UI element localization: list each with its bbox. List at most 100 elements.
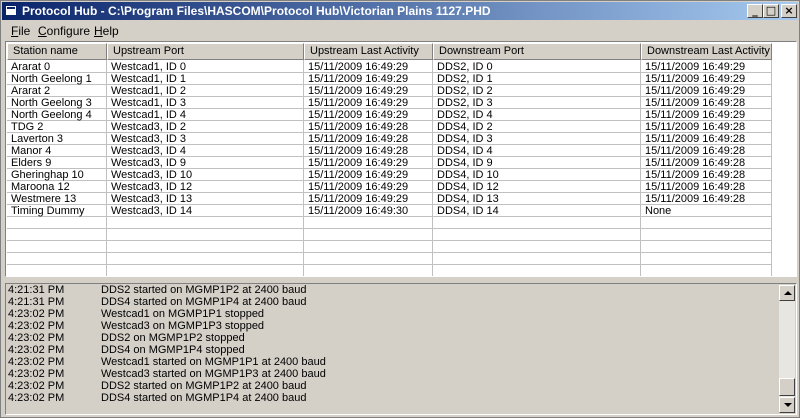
cell-upstream-port: Westcad1, ID 3 [111,97,186,109]
window-title: Protocol Hub - C:\Program Files\HASCOM\P… [22,4,491,18]
cell-upstream-port: Westcad1, ID 2 [111,85,186,97]
scroll-down-button[interactable] [779,397,795,413]
table-row[interactable]: Elders 9 Westcad3, ID 9 15/11/2009 16:49:2… [7,157,772,169]
cell-upstream-port: Westcad3, ID 3 [111,133,186,145]
table-row[interactable]: North Geelong 3 Westcad1, ID 3 15/11/2009 … [7,97,772,109]
menu-help[interactable]: Help [94,24,119,38]
table-row[interactable]: North Geelong 4 Westcad1, ID 4 15/11/2009 … [7,109,772,121]
column-header-upstream-port[interactable]: Upstream Port [107,43,304,60]
menu-bar: File Configure Help [2,21,798,40]
table-row[interactable]: Maroona 12 Westcad3, ID 12 15/11/2009 16:4… [7,181,772,193]
menu-file[interactable]: File [11,24,30,38]
station-grid[interactable]: Station name Upstream Port Upstream Last A… [5,41,797,277]
table-row[interactable]: Manor 4 Westcad3, ID 4 15/11/2009 16:49:28… [7,145,772,157]
column-header-downstream-last-activity[interactable]: Downstream Last Activity [641,43,772,60]
cell-downstream-port: DDS4, ID 12 [437,181,499,193]
menu-help-accel: H [94,24,103,38]
cell-upstream-port: Westcad1, ID 1 [111,73,186,85]
table-row[interactable]: Gheringhap 10 Westcad3, ID 10 15/11/2009 1… [7,169,772,181]
table-row[interactable]: Ararat 2 Westcad1, ID 2 15/11/2009 16:49:2… [7,85,772,97]
cell-downstream-last-activity: 15/11/2009 16:49:29 [645,109,746,121]
cell-upstream-port: Westcad3, ID 10 [111,169,193,181]
cell-upstream-last-activity: 15/11/2009 16:49:29 [308,61,409,73]
cell-upstream-last-activity: 15/11/2009 16:49:29 [308,85,409,97]
table-row[interactable]: Laverton 3 Westcad3, ID 3 15/11/2009 16:49… [7,133,772,145]
maximize-button[interactable]: □ [763,4,779,18]
cell-downstream-last-activity: 15/11/2009 16:49:28 [645,169,746,181]
cell-station-name: Manor 4 [11,145,52,157]
cell-station-name: Ararat 2 [11,85,51,97]
cell-downstream-port: DDS2, ID 0 [437,61,493,73]
panel-splitter[interactable] [2,278,800,282]
title-bar[interactable]: Protocol Hub - C:\Program Files\HASCOM\P… [2,2,798,20]
close-button[interactable]: × [781,4,797,18]
grid-row-line [7,228,772,229]
log-message: DDS4 started on MGMP1P4 at 2400 baud [101,392,307,404]
cell-station-name: Elders 9 [11,157,52,169]
cell-station-name: Westmere 13 [11,193,77,205]
column-header-upstream-last-activity[interactable]: Upstream Last Activity [304,43,433,60]
cell-station-name: North Geelong 4 [11,109,92,121]
cell-downstream-port: DDS2, ID 1 [437,73,493,85]
cell-downstream-last-activity: 15/11/2009 16:49:28 [645,145,746,157]
cell-downstream-port: DDS2, ID 2 [437,85,493,97]
cell-upstream-last-activity: 15/11/2009 16:49:28 [308,145,409,157]
cell-station-name: TDG 2 [11,121,44,133]
table-row[interactable]: Westmere 13 Westcad3, ID 13 15/11/2009 16:… [7,193,772,205]
cell-upstream-port: Westcad3, ID 2 [111,121,186,133]
cell-downstream-last-activity: 15/11/2009 16:49:28 [645,181,746,193]
cell-upstream-last-activity: 15/11/2009 16:49:29 [308,169,409,181]
cell-downstream-port: DDS4, ID 9 [437,157,493,169]
event-log[interactable]: 4:21:31 PM DDS2 started on MGMP1P2 at 240… [5,283,797,415]
table-row[interactable]: North Geelong 1 Westcad1, ID 1 15/11/2009 … [7,73,772,85]
menu-configure-accel: C [38,24,47,38]
cell-upstream-port: Westcad3, ID 9 [111,157,186,169]
cell-upstream-port: Westcad1, ID 4 [111,109,186,121]
log-vertical-scrollbar[interactable] [779,285,795,413]
scroll-thumb[interactable] [779,378,795,396]
cell-station-name: Maroona 12 [11,181,70,193]
table-row[interactable]: Timing Dummy Westcad3, ID 14 15/11/2009 16… [7,205,772,217]
table-row[interactable]: TDG 2 Westcad3, ID 2 15/11/2009 16:49:28 DD… [7,121,772,133]
cell-upstream-port: Westcad1, ID 0 [111,61,186,73]
cell-downstream-last-activity: 15/11/2009 16:49:28 [645,157,746,169]
cell-station-name: Ararat 0 [11,61,51,73]
cell-downstream-port: DDS2, ID 4 [437,109,493,121]
cell-upstream-last-activity: 15/11/2009 16:49:29 [308,193,409,205]
cell-downstream-last-activity: 15/11/2009 16:49:29 [645,85,746,97]
cell-downstream-port: DDS4, ID 4 [437,145,493,157]
menu-configure[interactable]: Configure [38,24,90,38]
log-time: 4:23:02 PM [8,392,65,404]
grid-row-line [7,252,772,253]
grid-row-line [7,264,772,265]
cell-downstream-port: DDS4, ID 14 [437,205,499,217]
cell-upstream-last-activity: 15/11/2009 16:49:28 [308,121,409,133]
cell-downstream-last-activity: 15/11/2009 16:49:28 [645,193,746,205]
grid-row-line [7,240,772,241]
cell-downstream-port: DDS4, ID 3 [437,133,493,145]
cell-downstream-last-activity: 15/11/2009 16:49:29 [645,73,746,85]
cell-upstream-last-activity: 15/11/2009 16:49:29 [308,109,409,121]
cell-station-name: North Geelong 1 [11,73,92,85]
cell-upstream-last-activity: 15/11/2009 16:49:29 [308,157,409,169]
cell-downstream-last-activity: 15/11/2009 16:49:28 [645,97,746,109]
cell-upstream-last-activity: 15/11/2009 16:49:29 [308,181,409,193]
cell-downstream-last-activity: 15/11/2009 16:49:28 [645,121,746,133]
menu-file-label: ile [18,24,31,38]
cell-upstream-port: Westcad3, ID 13 [111,193,193,205]
cell-upstream-port: Westcad3, ID 4 [111,145,186,157]
column-header-station-name[interactable]: Station name [7,43,107,60]
table-row[interactable]: Ararat 0 Westcad1, ID 0 15/11/2009 16:49:2… [7,61,772,73]
scroll-up-button[interactable] [779,285,795,301]
cell-upstream-port: Westcad3, ID 14 [111,205,193,217]
cell-downstream-last-activity: 15/11/2009 16:49:29 [645,61,746,73]
scroll-up-arrow-icon [784,291,792,295]
cell-downstream-last-activity: 15/11/2009 16:49:28 [645,133,746,145]
app-window-icon[interactable] [5,5,17,16]
scroll-down-arrow-icon [784,403,792,407]
column-header-downstream-port[interactable]: Downstream Port [433,43,641,60]
cell-downstream-last-activity: None [645,205,672,217]
minimize-button[interactable]: _ [747,4,763,18]
grid-row-line [7,276,772,277]
cell-station-name: Timing Dummy [11,205,85,217]
